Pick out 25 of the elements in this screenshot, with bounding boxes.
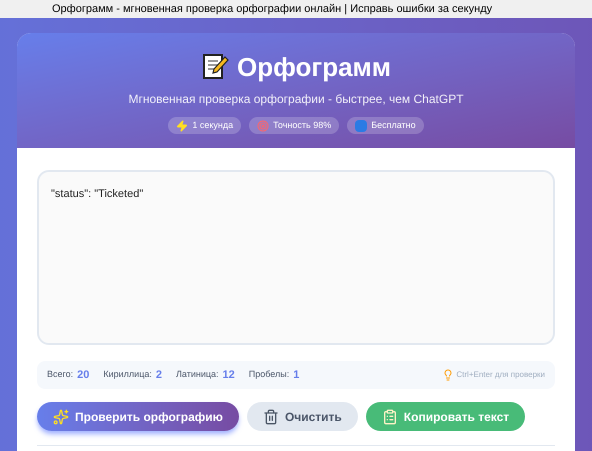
target-icon [257, 120, 270, 132]
stat-label: Всего: [47, 368, 74, 382]
trash-icon [262, 408, 279, 424]
text-input-area[interactable]: "status": "Ticketed" [37, 170, 555, 345]
stat-label: Кириллица: [103, 368, 152, 382]
sparkles-icon [53, 408, 69, 424]
feature-badge: Точность 98% [249, 117, 340, 134]
memo-pencil-icon [200, 53, 229, 81]
clipboard-icon [382, 408, 398, 424]
lightbulb-icon [442, 369, 454, 381]
stat-value: 1 [293, 368, 300, 383]
stat-value: 20 [77, 368, 90, 383]
feature-badge: 1 секунда [168, 117, 242, 134]
stat-label: Латиница: [176, 368, 219, 382]
app-title: Орфограмм [236, 54, 392, 80]
browser-tab-title: Орфограмм - мгновенная проверка орфографии онлайн | Исправь ошибки за секунду [52, 4, 492, 14]
feature-badge: Бесплатно [347, 117, 424, 134]
stat-label: Пробелы: [248, 368, 290, 382]
lightning-icon [176, 120, 188, 132]
app-subtitle: Мгновенная проверка орфографии - быстрее, чем ChatGPT [128, 91, 464, 108]
shortcut-hint: Ctrl+Enter для проверки [456, 369, 545, 381]
stat-value: 2 [156, 368, 162, 383]
clear-button[interactable]: Очистить [246, 402, 358, 431]
stat-value: 12 [222, 368, 235, 383]
check-spelling-button[interactable]: Проверить орфографию [37, 402, 239, 431]
